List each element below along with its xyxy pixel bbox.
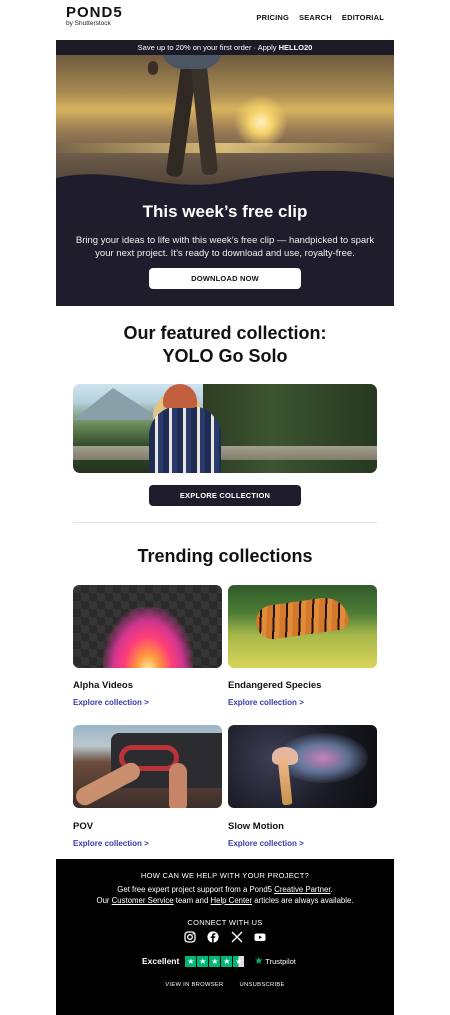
nav-search[interactable]: SEARCH <box>299 13 332 22</box>
free-clip-panel: This week’s free clip Bring your ideas t… <box>56 188 394 306</box>
trending-heading: Trending collections <box>137 546 313 566</box>
star-icon: ★ <box>197 955 209 967</box>
help-question: HOW CAN WE HELP WITH YOUR PROJECT? <box>140 871 310 880</box>
header: POND5 by Shutterstock PRICING SEARCH EDI… <box>56 0 394 40</box>
promo-text: Save up to 20% on your first order · App… <box>137 43 279 52</box>
card-title-alpha-videos[interactable]: Alpha Videos <box>73 680 133 691</box>
pond5-logo[interactable]: POND5 <box>66 4 123 21</box>
social-links <box>184 930 266 944</box>
x-icon[interactable] <box>231 931 243 943</box>
slow-motion-image[interactable] <box>228 725 377 808</box>
instagram-icon[interactable] <box>184 931 196 943</box>
card-title-pov[interactable]: POV <box>73 821 93 832</box>
star-icon: ★ <box>221 955 233 967</box>
creative-partner-link[interactable]: Creative Partner <box>274 885 330 894</box>
explore-link-alpha-videos[interactable]: Explore collection > <box>73 698 149 707</box>
customer-service-link[interactable]: Customer Service <box>112 896 174 905</box>
endangered-species-image[interactable] <box>228 585 377 668</box>
footer: HOW CAN WE HELP WITH YOUR PROJECT? Get f… <box>56 859 394 1015</box>
nav-editorial[interactable]: EDITORIAL <box>342 13 384 22</box>
half-star-icon: ★ <box>233 955 245 967</box>
pov-image[interactable] <box>73 725 222 808</box>
explore-link-pov[interactable]: Explore collection > <box>73 839 149 848</box>
star-icon: ★ <box>209 955 221 967</box>
footer-links: VIEW IN BROWSER UNSUBSCRIBE <box>56 982 394 988</box>
free-clip-description: Bring your ideas to life with this week’… <box>75 235 375 259</box>
featured-heading-line2: YOLO Go Solo <box>162 346 288 366</box>
card-title-slow-motion[interactable]: Slow Motion <box>228 821 284 832</box>
logo-subtitle: by Shutterstock <box>66 20 111 27</box>
download-now-button[interactable]: DOWNLOAD NOW <box>149 268 301 289</box>
footer-help-line: Our Customer Service team and Help Cente… <box>96 896 354 905</box>
section-divider <box>73 522 377 523</box>
free-clip-title: This week’s free clip <box>142 202 308 221</box>
footer-support-line: Get free expert project support from a P… <box>117 885 333 894</box>
youtube-icon[interactable] <box>254 931 266 943</box>
view-in-browser-link[interactable]: VIEW IN BROWSER <box>165 982 223 988</box>
explore-link-endangered-species[interactable]: Explore collection > <box>228 698 304 707</box>
connect-heading: CONNECT WITH US <box>187 918 263 927</box>
nav-pricing[interactable]: PRICING <box>256 13 289 22</box>
facebook-icon[interactable] <box>207 931 219 943</box>
trustpilot-rating[interactable]: Excellent ★ ★ ★ ★ ★ ★ Trustpilot <box>142 954 296 968</box>
top-nav: PRICING SEARCH EDITORIAL <box>256 13 384 22</box>
help-center-link[interactable]: Help Center <box>210 896 252 905</box>
explore-collection-button[interactable]: EXPLORE COLLECTION <box>149 485 301 506</box>
rating-stars: ★ ★ ★ ★ ★ <box>185 955 245 967</box>
card-title-endangered-species[interactable]: Endangered Species <box>228 680 321 691</box>
featured-heading: Our featured collection: YOLO Go Solo <box>56 322 394 368</box>
featured-collection-image[interactable] <box>73 384 377 473</box>
star-icon: ★ <box>185 955 197 967</box>
promo-banner: Save up to 20% on your first order · App… <box>56 40 394 55</box>
promo-code: HELLO20 <box>278 43 313 52</box>
trustpilot-logo: ★ Trustpilot <box>254 955 296 967</box>
trustpilot-star-icon: ★ <box>254 955 264 967</box>
featured-heading-line1: Our featured collection: <box>123 323 327 343</box>
explore-link-slow-motion[interactable]: Explore collection > <box>228 839 304 848</box>
email-container: POND5 by Shutterstock PRICING SEARCH EDI… <box>56 0 394 1015</box>
alpha-videos-image[interactable] <box>73 585 222 668</box>
rating-word: Excellent <box>142 956 180 966</box>
unsubscribe-link[interactable]: UNSUBSCRIBE <box>240 982 285 988</box>
sunset-glow <box>234 95 288 149</box>
